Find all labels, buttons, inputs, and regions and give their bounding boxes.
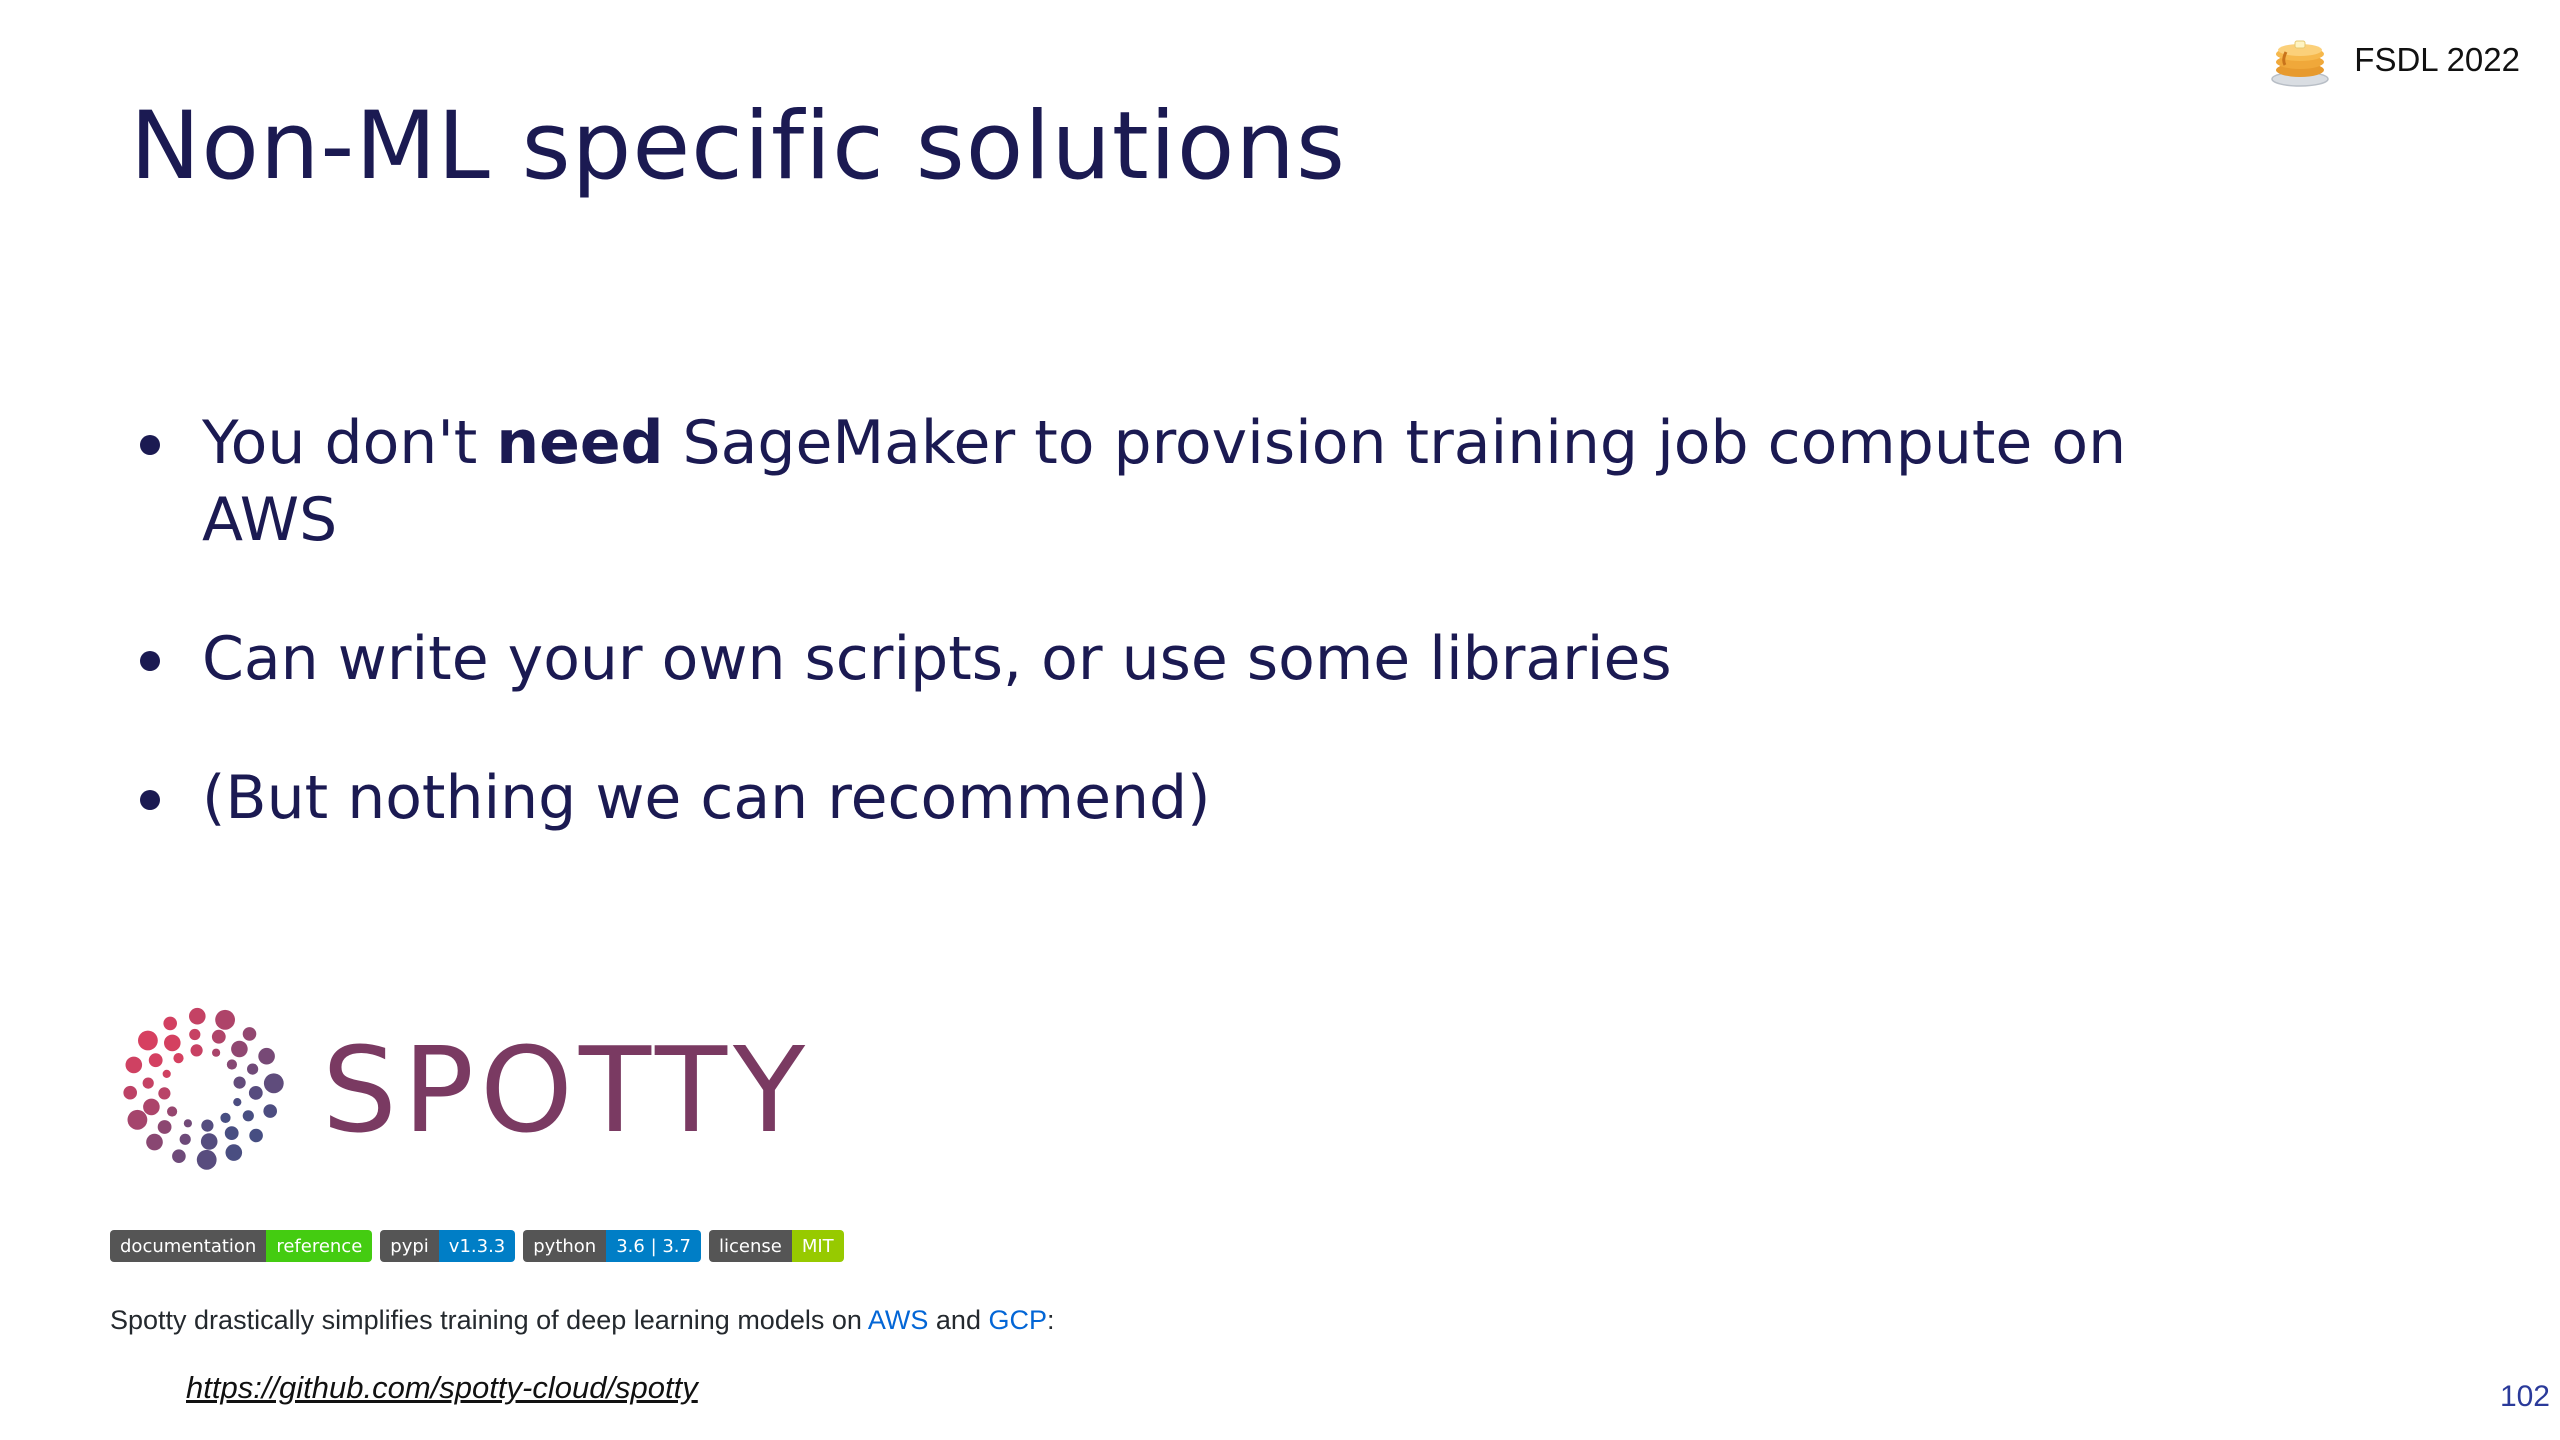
spotty-dot bbox=[258, 1047, 275, 1065]
aws-link[interactable]: AWS bbox=[868, 1305, 929, 1335]
spotty-dot bbox=[196, 1149, 217, 1170]
spotty-dot bbox=[263, 1073, 284, 1094]
badge-value: 3.6 | 3.7 bbox=[606, 1230, 701, 1262]
spotty-dot bbox=[146, 1133, 163, 1151]
spotty-dot bbox=[163, 1016, 177, 1031]
bullet-text: Can write your own scripts, or use some … bbox=[202, 624, 1672, 694]
badge-documentation[interactable]: documentation reference bbox=[110, 1230, 373, 1262]
bullet-list: You don't need SageMaker to provision tr… bbox=[130, 405, 2280, 899]
spotty-wordmark: SPOTTY bbox=[322, 1021, 812, 1159]
badge-python[interactable]: python 3.6 | 3.7 bbox=[523, 1230, 701, 1262]
bullet-item: You don't need SageMaker to provision tr… bbox=[130, 405, 2280, 559]
bullet-text: You don't bbox=[202, 408, 497, 478]
spotty-logo: SPOTTY bbox=[112, 1000, 811, 1180]
spotty-dots-icon bbox=[123, 1007, 284, 1170]
spotty-dot bbox=[125, 1056, 143, 1074]
spotty-dot bbox=[189, 1007, 206, 1025]
badge-row: documentation reference pypi v1.3.3 pyth… bbox=[110, 1230, 844, 1262]
spotty-dot bbox=[201, 1119, 214, 1132]
slide: FSDL 2022 Non-ML specific solutions You … bbox=[0, 0, 2560, 1440]
spotty-dot bbox=[164, 1034, 181, 1052]
github-url-link[interactable]: https://github.com/spotty-cloud/spotty bbox=[186, 1370, 698, 1406]
spotty-dot bbox=[212, 1048, 221, 1057]
badge-label: pypi bbox=[380, 1230, 439, 1262]
spotty-dot bbox=[247, 1063, 259, 1075]
spotty-dot bbox=[123, 1085, 137, 1100]
spotty-dot bbox=[142, 1077, 154, 1089]
spotty-dot bbox=[162, 1069, 171, 1078]
spotty-dot bbox=[226, 1059, 237, 1070]
spotty-dot bbox=[215, 1009, 235, 1030]
spotty-dot bbox=[143, 1098, 160, 1116]
spotty-dot bbox=[263, 1104, 277, 1118]
spotty-dot bbox=[220, 1112, 231, 1123]
spotty-dot bbox=[157, 1120, 172, 1134]
spotty-dot bbox=[167, 1106, 178, 1117]
slide-title: Non-ML specific solutions bbox=[130, 92, 1346, 201]
spotty-dot bbox=[231, 1040, 248, 1058]
spotty-dot bbox=[249, 1128, 263, 1143]
spotty-dot bbox=[248, 1086, 263, 1100]
brand-text: FSDL 2022 bbox=[2354, 41, 2520, 78]
brand: FSDL 2022 bbox=[2268, 32, 2520, 88]
gcp-link[interactable]: GCP bbox=[988, 1305, 1047, 1335]
spotty-dot bbox=[225, 1144, 243, 1161]
pancake-stack-icon bbox=[2271, 40, 2330, 87]
spotty-dot bbox=[224, 1126, 239, 1140]
spotty-dot bbox=[233, 1076, 246, 1089]
spotty-dot bbox=[189, 1028, 201, 1041]
spotty-dot bbox=[211, 1029, 226, 1044]
description-text: Spotty drastically simplifies training o… bbox=[110, 1305, 868, 1335]
spotty-dot bbox=[148, 1053, 163, 1068]
bullet-item: (But nothing we can recommend) bbox=[130, 760, 2280, 837]
description-text: and bbox=[928, 1305, 989, 1335]
badge-label: python bbox=[523, 1230, 607, 1262]
spotty-dot bbox=[179, 1133, 191, 1145]
spotty-dot bbox=[233, 1098, 242, 1107]
page-number: 102 bbox=[2499, 1380, 2550, 1413]
spotty-dot bbox=[190, 1044, 203, 1057]
badge-label: license bbox=[708, 1230, 792, 1262]
spotty-description: Spotty drastically simplifies training o… bbox=[110, 1305, 1055, 1336]
bullet-item: Can write your own scripts, or use some … bbox=[130, 621, 2280, 698]
spotty-dot bbox=[172, 1149, 186, 1163]
spotty-dot bbox=[200, 1133, 218, 1150]
spotty-dot bbox=[242, 1027, 257, 1041]
badge-value: reference bbox=[266, 1230, 373, 1262]
badge-label: documentation bbox=[110, 1230, 267, 1262]
spotty-dot bbox=[173, 1053, 184, 1064]
badge-value: MIT bbox=[791, 1230, 844, 1262]
badge-pypi[interactable]: pypi v1.3.3 bbox=[380, 1230, 516, 1262]
spotty-dot bbox=[183, 1119, 192, 1128]
spotty-dot bbox=[138, 1030, 158, 1051]
spotty-dot bbox=[158, 1087, 171, 1100]
spotty-dot bbox=[242, 1110, 254, 1122]
bullet-text: (But nothing we can recommend) bbox=[202, 763, 1211, 833]
badge-value: v1.3.3 bbox=[438, 1230, 516, 1262]
spotty-dot bbox=[127, 1109, 148, 1130]
description-text: : bbox=[1046, 1305, 1055, 1335]
badge-license[interactable]: license MIT bbox=[708, 1230, 844, 1262]
bullet-emphasis: need bbox=[496, 408, 664, 478]
